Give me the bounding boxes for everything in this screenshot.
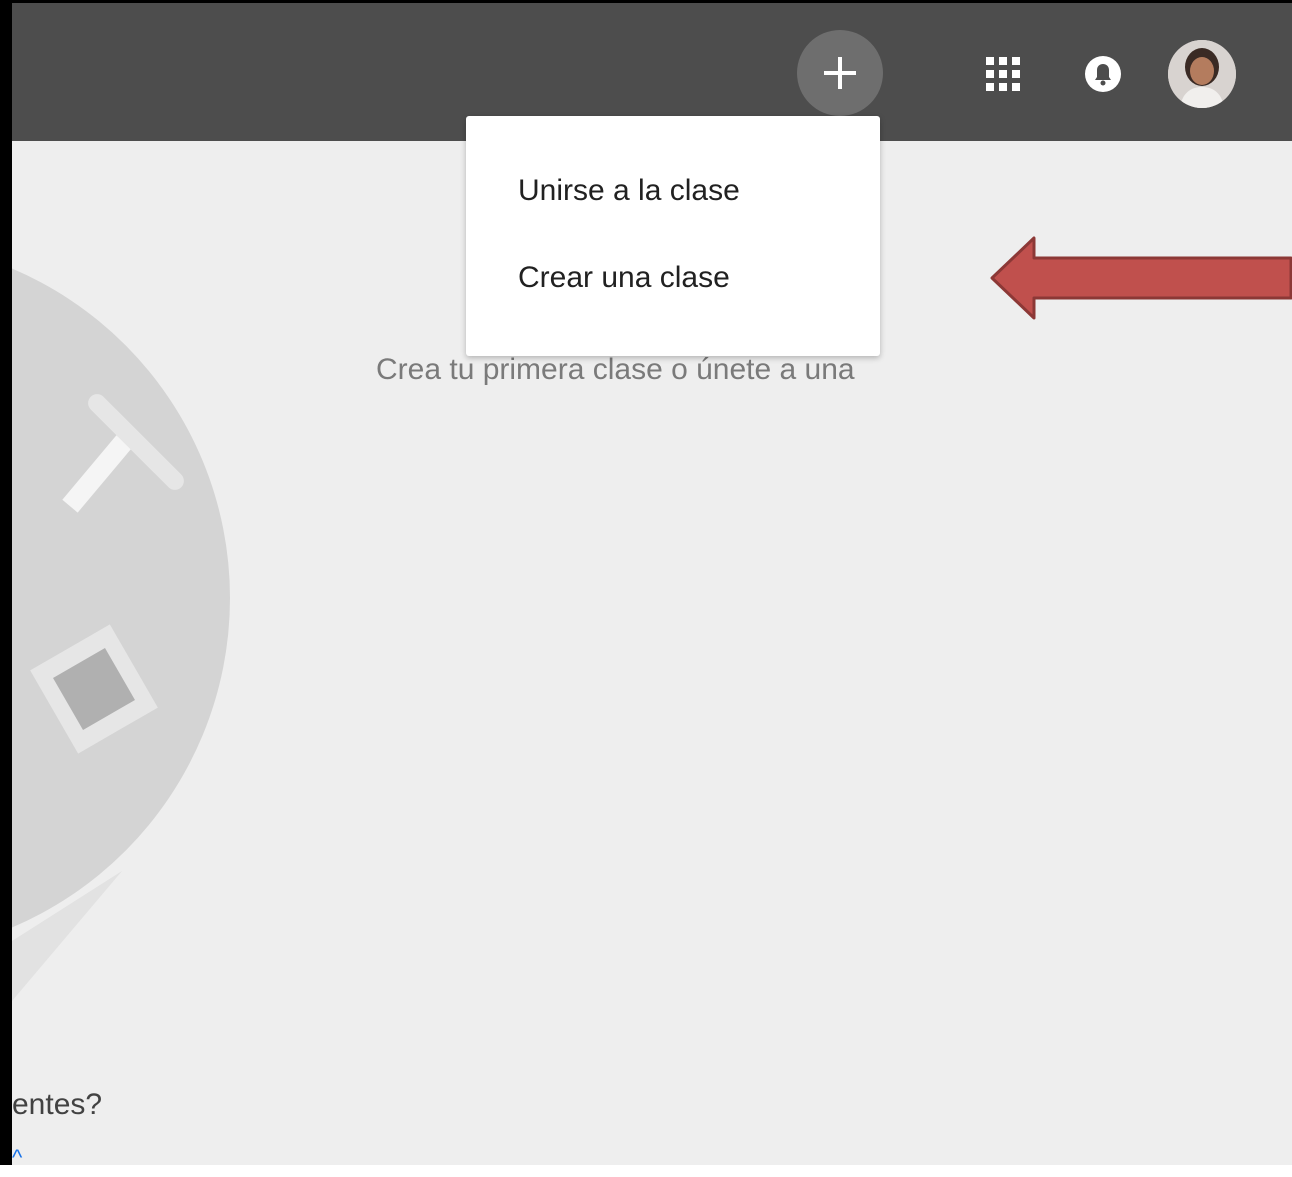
classroom-illustration <box>12 268 230 1001</box>
profile-photo <box>1168 40 1236 108</box>
help-link[interactable]: ^ <box>12 1145 22 1165</box>
annotation-arrow <box>990 236 1292 320</box>
add-class-menu: Unirse a la clase Crear una clase <box>466 116 880 356</box>
apps-grid-icon[interactable] <box>984 55 1022 93</box>
menu-item-create-class[interactable]: Crear una clase <box>518 260 730 296</box>
screenshot-frame: Crea tu primera clase o únete a una Unir… <box>0 0 1292 1165</box>
empty-state-message: Crea tu primera clase o únete a una <box>376 353 855 386</box>
menu-item-join-class[interactable]: Unirse a la clase <box>518 173 740 209</box>
add-class-button[interactable] <box>797 30 883 116</box>
help-text: entes? <box>12 1088 103 1121</box>
plus-icon <box>824 57 856 89</box>
user-avatar[interactable] <box>1168 40 1236 108</box>
classroom-page: Crea tu primera clase o únete a una Unir… <box>12 3 1292 1165</box>
bell-icon[interactable] <box>1084 53 1122 95</box>
